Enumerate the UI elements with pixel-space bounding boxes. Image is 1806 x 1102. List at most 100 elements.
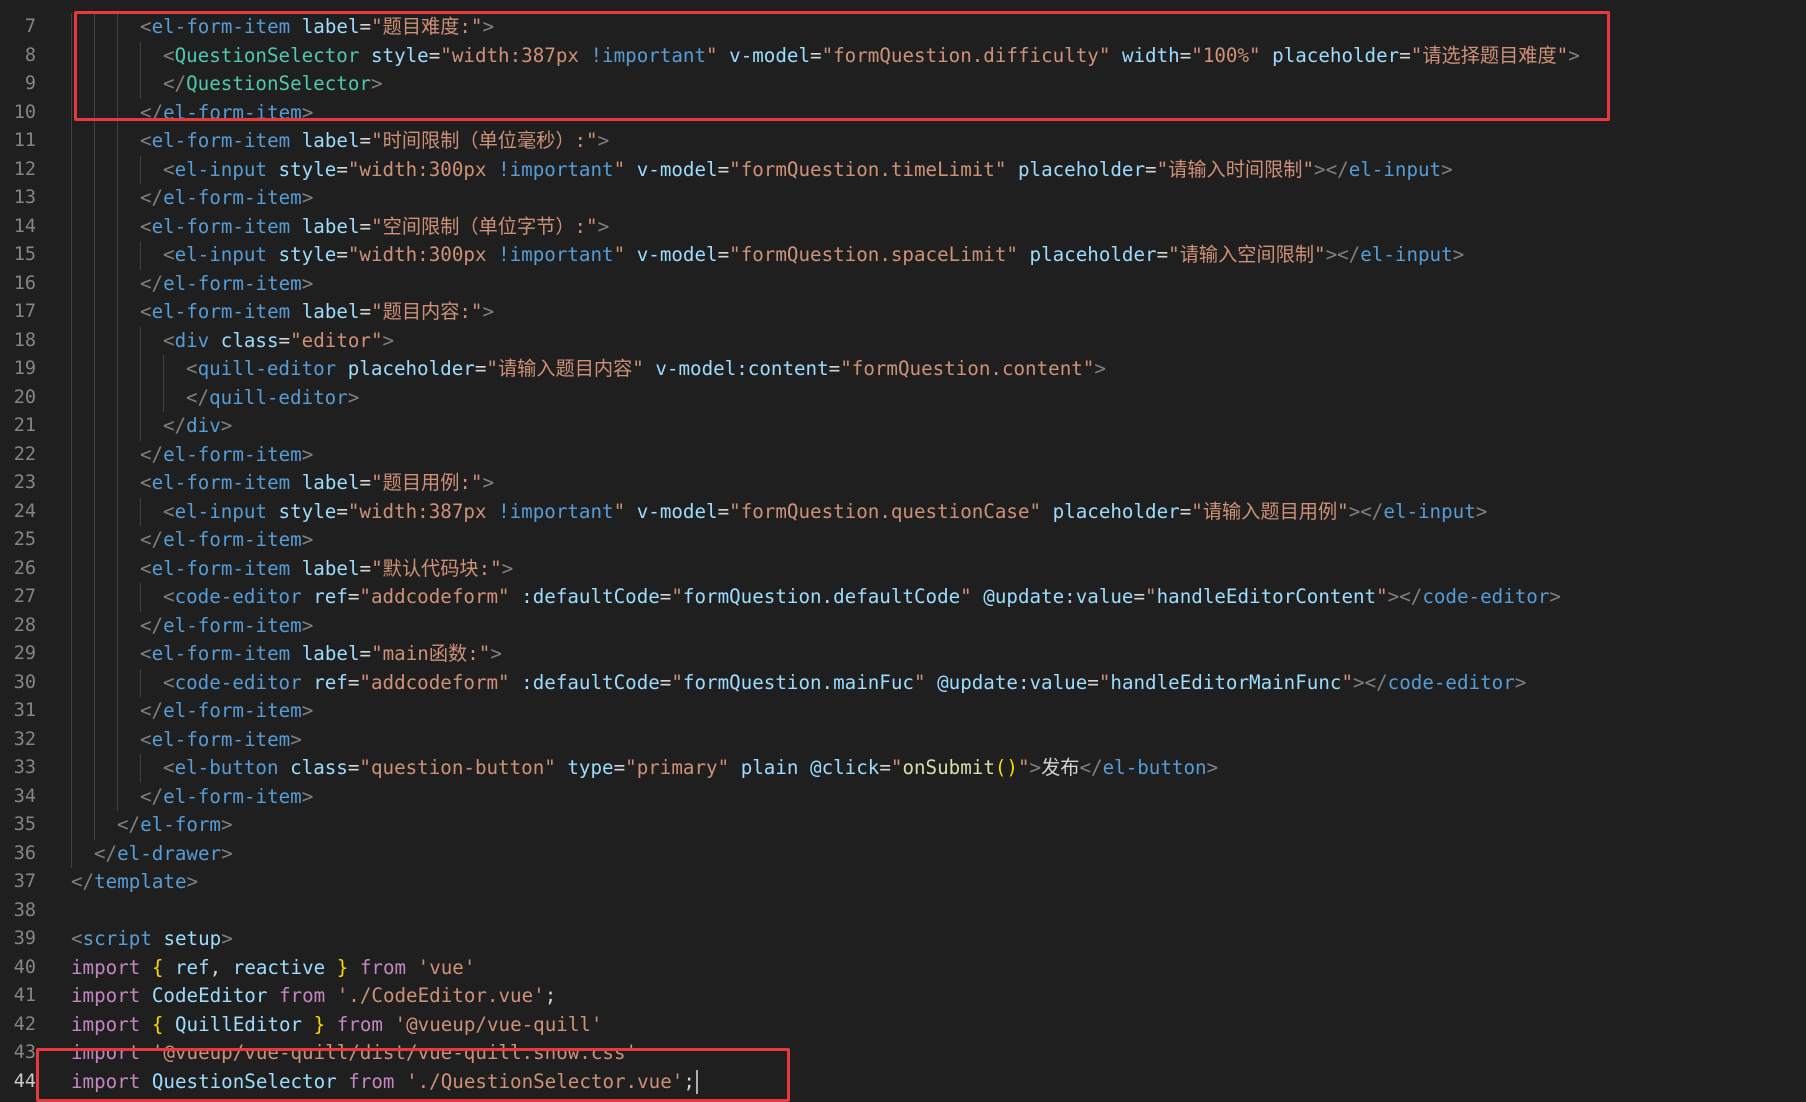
code-line[interactable]: 14 <el-form-item label="空间限制（单位字节）:"> bbox=[0, 212, 1806, 242]
code-token: el-form-item bbox=[151, 471, 291, 494]
code-token: el-input bbox=[174, 243, 267, 266]
code-token: label bbox=[301, 129, 360, 152]
code-token: placeholder bbox=[1017, 157, 1146, 181]
code-token: = bbox=[359, 471, 372, 494]
code-line[interactable]: 27 <code-editor ref="addcodeform" :defaul… bbox=[0, 583, 1806, 612]
code-line[interactable]: 23 <el-form-item label="题目用例:"> bbox=[0, 469, 1806, 498]
code-editor[interactable]: 7 <el-form-item label="题目难度:"> 8 <QuestionS… bbox=[0, 0, 1806, 1102]
code-text: <code-editor ref="addcodeform" :defaultC… bbox=[163, 583, 1561, 612]
code-line[interactable]: 10 </el-form-item> bbox=[0, 98, 1806, 127]
indent-guide bbox=[94, 668, 95, 697]
code-line[interactable]: 29 <el-form-item label="main函数:"> bbox=[0, 640, 1806, 669]
code-token: QuestionSelector bbox=[186, 72, 371, 95]
code-line[interactable]: 9 </QuestionSelector> bbox=[0, 70, 1806, 99]
code-line[interactable]: 42 import { QuillEditor } from '@vueup/vu… bbox=[0, 1011, 1806, 1040]
code-line[interactable]: 17 <el-form-item label="题目内容:"> bbox=[0, 298, 1806, 327]
line-number: 10 bbox=[13, 101, 36, 123]
code-line[interactable]: 15 <el-input style="width:300px !importan… bbox=[0, 241, 1806, 270]
code-token: "width:387px bbox=[440, 43, 591, 67]
code-token: "请输入题目内容" bbox=[486, 357, 644, 380]
code-line[interactable]: 37 </template> bbox=[0, 868, 1806, 897]
code-text: <el-form-item> bbox=[140, 726, 302, 755]
code-line[interactable]: 36 </el-drawer> bbox=[0, 839, 1806, 868]
code-token: el-form-item bbox=[163, 613, 302, 637]
code-token: > bbox=[301, 784, 314, 808]
code-line[interactable]: 13 </el-form-item> bbox=[0, 184, 1806, 213]
code-token: el-button bbox=[1102, 756, 1207, 779]
indent-guide bbox=[71, 184, 72, 213]
code-text: </div> bbox=[163, 412, 232, 441]
line-number: 17 bbox=[13, 301, 36, 322]
code-text: <el-form-item label="空间限制（单位字节）:"> bbox=[140, 213, 609, 242]
code-token: v-model bbox=[636, 499, 718, 523]
code-token: quill-editor bbox=[197, 357, 337, 380]
line-number: 23 bbox=[13, 472, 36, 493]
code-token: > bbox=[221, 841, 233, 865]
code-line[interactable]: 22 </el-form-item> bbox=[0, 440, 1806, 469]
indent-guide bbox=[140, 41, 141, 70]
indent-guide bbox=[94, 412, 95, 441]
code-token: "formQuestion.spaceLimit" bbox=[729, 243, 1018, 266]
code-line[interactable]: 33 <el-button class="question-button" typ… bbox=[0, 754, 1806, 783]
line-number: 41 bbox=[13, 985, 36, 1006]
indent-guide bbox=[117, 70, 118, 99]
code-token: ; bbox=[683, 1069, 695, 1093]
code-line[interactable]: 18 <div class="editor"> bbox=[0, 326, 1806, 355]
code-token: el-form-item bbox=[151, 129, 291, 152]
code-token: '@vueup/vue-quill/dist/vue-quill.snow.cs… bbox=[151, 1041, 638, 1064]
code-token: < bbox=[140, 556, 152, 580]
code-text: import '@vueup/vue-quill/dist/vue-quill.… bbox=[71, 1039, 637, 1068]
code-text: </el-form-item> bbox=[140, 783, 313, 812]
code-token: el-input bbox=[1383, 499, 1476, 523]
code-line[interactable]: 24 <el-input style="width:387px !importan… bbox=[0, 497, 1806, 526]
code-token: > bbox=[301, 442, 314, 466]
code-line[interactable]: 43 import '@vueup/vue-quill/dist/vue-quil… bbox=[0, 1039, 1806, 1068]
code-token: < bbox=[140, 642, 152, 665]
code-line[interactable]: 35 </el-form> bbox=[0, 811, 1806, 840]
code-token: "formQuestion.questionCase" bbox=[729, 499, 1042, 523]
code-line[interactable]: 39 <script setup> bbox=[0, 925, 1806, 954]
code-text: </QuestionSelector> bbox=[163, 70, 383, 99]
code-line[interactable]: 7 <el-form-item label="题目难度:"> bbox=[0, 13, 1806, 42]
code-token: > bbox=[221, 927, 233, 950]
code-line[interactable]: 44 import QuestionSelector from './Questi… bbox=[0, 1068, 1806, 1097]
code-line[interactable]: 21 </div> bbox=[0, 412, 1806, 441]
code-line[interactable]: 41 import CodeEditor from './CodeEditor.v… bbox=[0, 982, 1806, 1011]
code-token: quill-editor bbox=[209, 385, 348, 409]
code-token: = bbox=[1399, 43, 1411, 67]
code-line[interactable]: 16 </el-form-item> bbox=[0, 269, 1806, 298]
code-line[interactable]: 20 </quill-editor> bbox=[0, 383, 1806, 412]
code-line[interactable]: 11 <el-form-item label="时间限制（单位毫秒）:"> bbox=[0, 127, 1806, 156]
code-line[interactable]: 30 <code-editor ref="addcodeform" :defaul… bbox=[0, 668, 1806, 697]
code-token: < bbox=[163, 499, 175, 523]
line-number: 42 bbox=[13, 1013, 36, 1035]
indent-guide bbox=[140, 326, 141, 355]
code-token: ></ bbox=[1348, 499, 1384, 523]
code-token: " bbox=[613, 499, 626, 523]
code-line[interactable]: 26 <el-form-item label="默认代码块:"> bbox=[0, 554, 1806, 583]
code-line[interactable]: 32 <el-form-item> bbox=[0, 725, 1806, 755]
code-line[interactable]: 19 <quill-editor placeholder="请输入题目内容" v-… bbox=[0, 355, 1806, 384]
code-line[interactable]: 31 </el-form-item> bbox=[0, 697, 1806, 726]
indent-guide bbox=[71, 725, 72, 754]
code-line[interactable]: 34 </el-form-item> bbox=[0, 782, 1806, 812]
code-token: el-input bbox=[174, 157, 267, 181]
indent-guide bbox=[117, 497, 118, 526]
code-token: "formQuestion.timeLimit" bbox=[729, 157, 1007, 181]
code-line[interactable]: 28 </el-form-item> bbox=[0, 611, 1806, 640]
code-token: </ bbox=[94, 841, 118, 865]
code-line[interactable]: 8 <QuestionSelector style="width:387px !i… bbox=[0, 41, 1806, 70]
code-token: !important bbox=[590, 43, 707, 67]
code-line[interactable]: 12 <el-input style="width:300px !importan… bbox=[0, 155, 1806, 184]
indent-guide bbox=[117, 412, 118, 441]
indent-guide bbox=[117, 668, 118, 697]
code-line[interactable]: 25 </el-form-item> bbox=[0, 526, 1806, 555]
code-line[interactable]: 38 bbox=[0, 897, 1806, 926]
code-token: > bbox=[1206, 756, 1219, 779]
code-line[interactable]: 40 import { ref, reactive } from 'vue' bbox=[0, 954, 1806, 983]
code-token: el-form-item bbox=[151, 300, 291, 323]
code-token: "时间限制（单位毫秒）:" bbox=[371, 129, 598, 152]
